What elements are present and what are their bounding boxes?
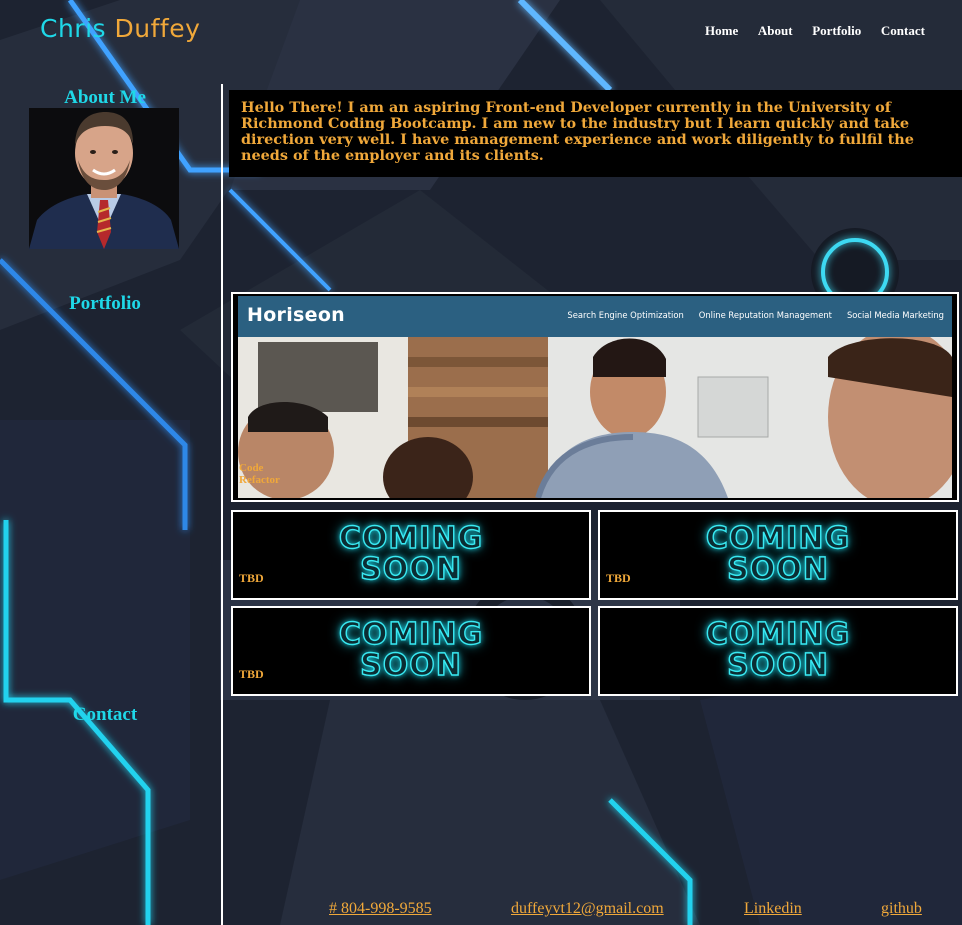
project-title-code-refactor: Code Refactor [239, 462, 280, 486]
coming-soon-line: COMING [705, 617, 851, 652]
horiseon-nav-item: Social Media Marketing [846, 310, 944, 320]
nav-contact-link[interactable]: Contact [876, 23, 930, 39]
horiseon-nav-item: Search Engine Optimization [567, 310, 684, 320]
project-title: TBD [239, 667, 264, 681]
coming-soon-line: SOON [359, 648, 462, 683]
brand-last-name: Duffey [114, 14, 201, 43]
nav-portfolio-link[interactable]: Portfolio [807, 23, 866, 39]
intro-text: Hello There! I am an aspiring Front-end … [229, 90, 962, 177]
about-me-heading: About Me [64, 87, 146, 108]
project-title: TBD [239, 571, 264, 585]
coming-soon-line: SOON [726, 648, 829, 683]
linkedin-link[interactable]: Linkedin [744, 900, 802, 918]
project-card-code-refactor[interactable]: Horiseon Search Engine Optimization Onli… [231, 292, 959, 502]
nav-about-link[interactable]: About [753, 23, 798, 39]
horiseon-hero-photo [238, 337, 952, 498]
coming-soon-line: COMING [338, 617, 484, 652]
horiseon-nav: Search Engine Optimization Online Reputa… [567, 310, 944, 320]
horiseon-header-bar: Horiseon Search Engine Optimization Onli… [238, 296, 952, 337]
github-link[interactable]: github [881, 900, 922, 918]
horiseon-nav-item: Online Reputation Management [698, 310, 832, 320]
project-title: TBD [606, 571, 631, 585]
brand-first-name: Chris [40, 14, 107, 43]
portfolio-heading: Portfolio [69, 293, 141, 314]
coming-soon-line: SOON [359, 552, 462, 587]
coming-soon-line: SOON [726, 552, 829, 587]
main-nav: Home About Portfolio Contact [700, 23, 930, 39]
phone-link[interactable]: # 804-998-9585 [329, 900, 432, 918]
project-card-tbd[interactable]: COMING SOON [598, 606, 958, 696]
profile-photo-image [29, 108, 179, 249]
project-title-line: Refactor [239, 474, 280, 486]
contact-heading: Contact [72, 704, 138, 725]
profile-photo [29, 108, 179, 249]
coming-soon-line: COMING [705, 521, 851, 556]
coming-soon-line: COMING [338, 521, 484, 556]
project-card-tbd[interactable]: COMING SOON TBD [231, 606, 591, 696]
project-card-tbd[interactable]: COMING SOON TBD [598, 510, 958, 600]
project-title-line: Code [239, 462, 264, 474]
project-card-tbd[interactable]: COMING SOON TBD [231, 510, 591, 600]
horiseon-logo: Horiseon [247, 304, 346, 326]
email-link[interactable]: duffeyvt12@gmail.com [511, 900, 664, 918]
sidebar-divider [221, 84, 223, 925]
project-screenshot: Horiseon Search Engine Optimization Onli… [238, 296, 952, 498]
brand-logo[interactable]: Chris Duffey [40, 14, 200, 43]
nav-home-link[interactable]: Home [700, 23, 743, 39]
